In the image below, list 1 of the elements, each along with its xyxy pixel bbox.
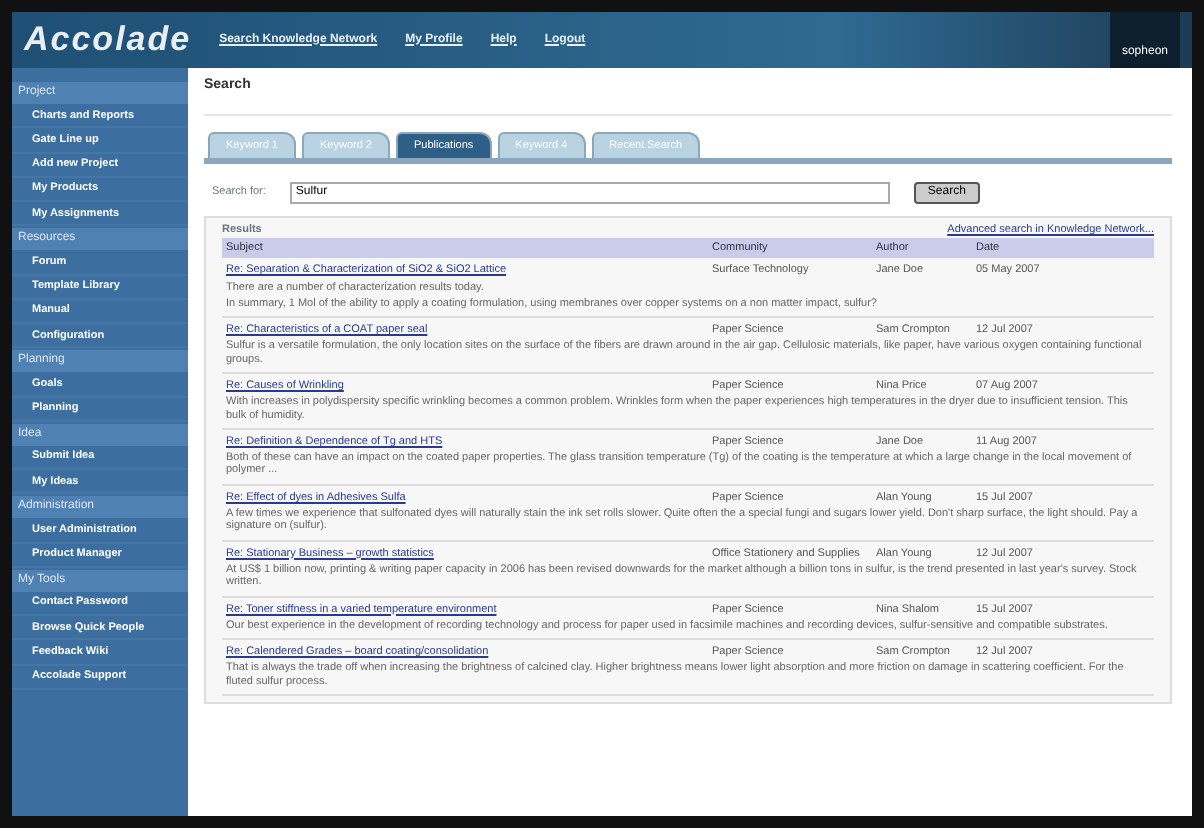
logo-text: Accolade (24, 18, 192, 63)
